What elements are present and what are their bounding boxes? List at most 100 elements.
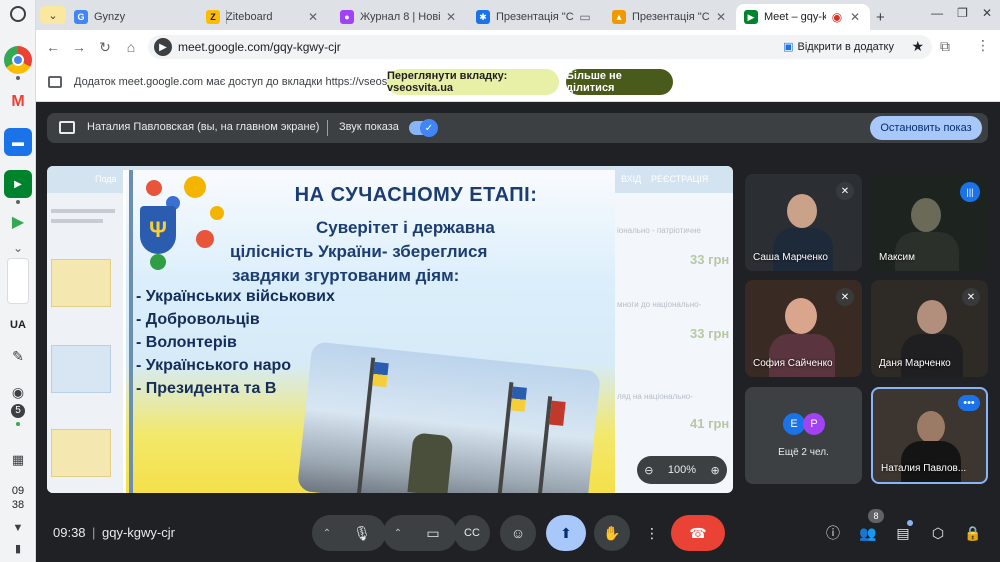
tab-title: Презентація "Су (496, 11, 574, 23)
back-icon[interactable]: ← (44, 38, 62, 56)
zoom-controls: ⊖ 100% ⊕ (637, 456, 727, 484)
raise-hand-button[interactable]: ✋ (594, 515, 630, 551)
browser-menu-icon[interactable]: ⋮ (976, 37, 990, 54)
tab-presentation-1[interactable]: ✱ Презентація "Су ▭ (468, 4, 600, 30)
participant-tile[interactable]: ✕ София Сайченко (745, 280, 862, 377)
emoji-button[interactable]: ☺ (500, 515, 536, 551)
url-text[interactable]: meet.google.com/gqy-kgwy-cjr (178, 40, 341, 54)
info-icon[interactable]: ⓘ (823, 524, 843, 542)
more-vert-icon: ⋮ (645, 524, 659, 541)
new-tab-button[interactable]: + (872, 4, 896, 30)
close-icon[interactable]: ✕ (444, 10, 458, 24)
more-options-button[interactable]: ⋮ (640, 515, 664, 551)
tab-journal[interactable]: ● Журнал 8 | Нові знан ✕ (332, 4, 466, 30)
system-clock[interactable]: 09 38 (0, 484, 36, 512)
presentation-favicon-icon: ✱ (476, 10, 490, 24)
close-icon[interactable]: ✕ (714, 10, 728, 24)
gmail-icon[interactable]: M (4, 88, 32, 116)
language-indicator[interactable]: UA (0, 319, 36, 331)
restore-icon[interactable]: ❐ (957, 6, 968, 20)
bg-snippet: іонально - патріотичне (617, 226, 701, 235)
address-bar[interactable]: ▶ meet.google.com/gqy-kgwy-cjr ▣ Відкрити… (148, 35, 932, 59)
bookmark-star-icon[interactable]: ★ (911, 38, 924, 55)
cast-icon[interactable]: ▭ (578, 10, 592, 24)
shared-screen[interactable]: Пода ВХІД РЕЄСТРАЦІЯ іонально - патріоти… (47, 166, 733, 493)
bg-text-line (51, 219, 103, 223)
chat-icon[interactable]: ▤ (893, 524, 913, 542)
mic-off-icon: ✕ (962, 288, 980, 306)
camera-icon[interactable]: ▭ (415, 515, 451, 551)
reload-icon[interactable]: ↻ (96, 38, 114, 56)
tab-presentation-2[interactable]: ▲ Презентація "Симв ✕ (604, 4, 736, 30)
soldiers-figure (407, 432, 454, 493)
close-icon[interactable]: ✕ (848, 10, 862, 24)
notification-count[interactable]: 5 (0, 404, 36, 418)
screen-record-icon[interactable]: ◉ (4, 378, 32, 406)
more-options-icon[interactable]: ••• (958, 395, 980, 411)
participant-name: Максим (879, 252, 915, 263)
stop-sharing-button[interactable]: Більше не ділитися (566, 69, 673, 95)
site-info-icon[interactable]: ▶ (154, 38, 172, 56)
play-store-icon[interactable]: ▶ (4, 208, 32, 236)
slide-bullet: - Українського наро (136, 357, 292, 374)
participant-name: Саша Марченко (753, 252, 828, 263)
participant-tile[interactable]: ||| Максим (871, 174, 988, 271)
window-thumbnail[interactable] (7, 258, 29, 304)
people-icon[interactable]: 👥 (858, 524, 878, 542)
captions-icon: CC (464, 527, 480, 539)
participant-tile[interactable]: ✕ Саша Марченко (745, 174, 862, 271)
host-controls-icon[interactable]: 🔒 (963, 524, 983, 542)
tab-meet[interactable]: ▶ Meet – gqy-kgwy ◉ ✕ (736, 4, 870, 30)
participant-video (769, 334, 835, 377)
sound-toggle[interactable]: ✓ (409, 119, 438, 137)
open-in-app-chip[interactable]: ▣ Відкрити в додатку (783, 40, 894, 54)
captions-button[interactable]: CC (454, 515, 490, 551)
status-dot (16, 422, 20, 426)
chrome-icon[interactable] (4, 46, 32, 74)
mic-off-icon: ✕ (836, 288, 854, 306)
self-view-tile[interactable]: ••• Наталия Павлов... (871, 387, 988, 484)
slide-bullet: - Українських військових (136, 288, 335, 305)
leave-call-button[interactable]: ☎ (671, 515, 725, 551)
close-icon[interactable]: ✕ (306, 10, 320, 24)
presentation-slide: Ψ НА СУЧАСНОМУ ЕТАПІ: Суверітет і держав… (123, 170, 615, 493)
more-participants-tile[interactable]: Е Р Ещё 2 чел. (745, 387, 862, 484)
app-icon: ▣ (783, 41, 794, 53)
participant-name: София Сайченко (753, 358, 833, 369)
minimize-icon[interactable]: — (931, 6, 943, 20)
slide-line: Суверітет і державна (316, 218, 495, 237)
sunflower-decoration (184, 176, 206, 198)
clock-hour: 09 (11, 485, 25, 497)
zoom-out-icon[interactable]: ⊖ (644, 464, 653, 477)
tab-ziteboard[interactable]: Z Ziteboard ✕ (198, 4, 328, 30)
screen-share-icon (48, 76, 62, 88)
emoji-icon: ☺ (510, 525, 526, 541)
calendar-icon[interactable]: ▦ (4, 446, 32, 474)
gynzy-favicon-icon: G (74, 10, 88, 24)
stop-presenting-button[interactable]: Остановить показ (870, 116, 982, 140)
meet-app-icon[interactable]: ▶ (4, 170, 32, 198)
tab-search-button[interactable]: ⌄ (40, 6, 66, 24)
files-icon[interactable]: ▬ (4, 128, 32, 156)
view-tab-button[interactable]: Переглянути вкладку: vseosvita.ua (387, 69, 559, 95)
close-window-icon[interactable]: ✕ (982, 6, 992, 20)
mic-icon[interactable]: 🎙 (344, 515, 380, 551)
battery-icon[interactable]: ▮ (4, 534, 32, 562)
slide-bullet: - Добровольців (136, 311, 260, 328)
bg-snippet: многи до національно- (617, 300, 702, 309)
screen: M ▬ ▶ ▶ ⌄ UA ✎ ◉ 5 ▦ 09 38 ▼ ▮ ⌄ G Gynzy … (0, 0, 1000, 562)
participant-tile[interactable]: ✕ Даня Марченко (871, 280, 988, 377)
extensions-icon[interactable]: ⧉ (940, 38, 950, 55)
forward-icon[interactable]: → (70, 38, 88, 56)
stylus-icon[interactable]: ✎ (4, 342, 32, 370)
launcher-icon[interactable] (10, 6, 26, 22)
activities-icon[interactable]: ⬡ (928, 524, 948, 542)
home-icon[interactable]: ⌂ (122, 38, 140, 56)
participant-video (773, 228, 833, 271)
present-button[interactable]: ⬆ (546, 515, 586, 551)
chevron-up-icon[interactable]: ⌃ (389, 528, 407, 539)
notification-count-text: 5 (11, 404, 25, 418)
trident-emblem-icon: Ψ (140, 206, 176, 254)
chevron-up-icon[interactable]: ⌃ (318, 528, 336, 539)
zoom-in-icon[interactable]: ⊕ (711, 464, 720, 477)
